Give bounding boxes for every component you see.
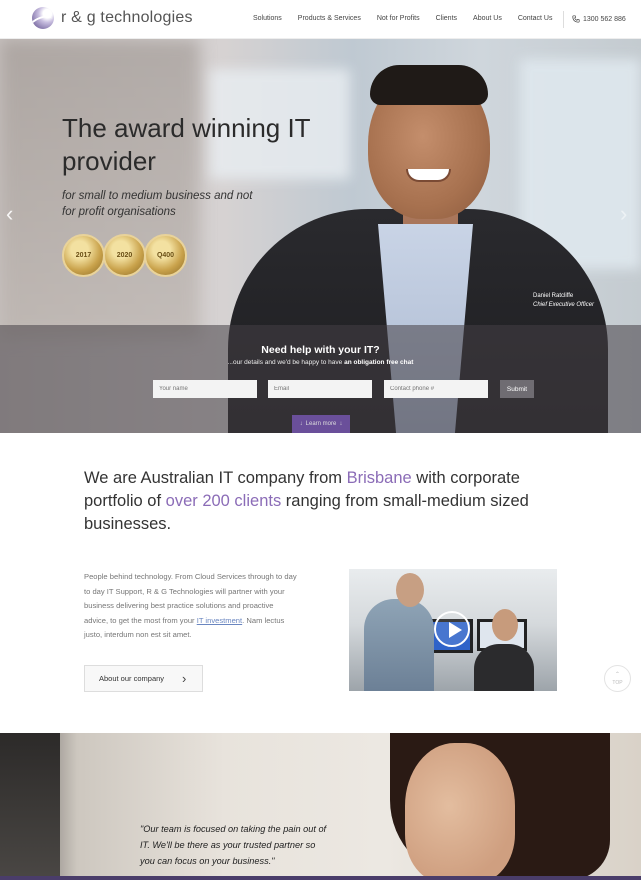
award-medal-icon: 2017 <box>62 234 105 277</box>
person-image <box>474 644 534 691</box>
person-head-image <box>396 573 424 607</box>
chevron-up-icon: ˆ <box>616 671 619 680</box>
logo-mark-icon <box>32 7 54 29</box>
name-input[interactable] <box>153 380 257 398</box>
person-head-image <box>492 609 518 641</box>
about-paragraph: People behind technology. From Cloud Ser… <box>84 572 297 639</box>
bottom-accent-bar <box>0 876 641 880</box>
nav-item-contact-us[interactable]: Contact Us <box>518 15 553 22</box>
caption-name: Daniel Ratcliffe <box>533 293 574 299</box>
arrow-down-icon: ↓ <box>339 421 343 427</box>
logo[interactable]: r & g technologies <box>32 7 193 29</box>
about-company-button[interactable]: About our company › <box>84 665 203 692</box>
play-icon[interactable] <box>434 611 470 647</box>
phone-icon <box>572 15 580 23</box>
award-medal-icon: Q400 <box>144 234 187 277</box>
site-header: r & g technologies Solutions Products & … <box>0 0 641 39</box>
nav-item-clients[interactable]: Clients <box>436 15 457 22</box>
award-badges: 2017 2020 Q400 <box>62 234 187 277</box>
learn-more-button[interactable]: ↓ Learn more ↓ <box>292 415 350 433</box>
help-form-subtitle: ...our details and we'd be happy to have… <box>227 359 414 366</box>
phone-number: 1300 562 886 <box>583 15 626 23</box>
nav-item-solutions[interactable]: Solutions <box>253 15 282 22</box>
main-nav: Solutions Products & Services Not for Pr… <box>253 15 568 22</box>
testimonial-section: "Our team is focused on taking the pain … <box>0 733 641 880</box>
highlight-brisbane: Brisbane <box>346 469 412 487</box>
award-medal-icon: 2020 <box>103 234 146 277</box>
nav-divider <box>563 11 564 28</box>
phone-link[interactable]: 1300 562 886 <box>572 15 626 23</box>
slider-next-arrow-icon[interactable]: › <box>620 201 627 227</box>
hero-caption: Daniel Ratcliffe Chief Executive Officer <box>533 292 594 310</box>
email-input[interactable] <box>268 380 372 398</box>
hero-title: The award winning IT provider <box>62 113 311 176</box>
back-to-top-button[interactable]: ˆ TOP <box>604 665 631 692</box>
caption-role: Chief Executive Officer <box>533 302 595 308</box>
nav-item-products-services[interactable]: Products & Services <box>298 15 361 22</box>
back-to-top-label: TOP <box>612 680 623 686</box>
highlight-clients: over 200 clients <box>165 492 282 510</box>
hero-subtitle: for small to medium business and not for… <box>62 190 253 218</box>
help-form-title: Need help with your IT? <box>261 344 380 356</box>
about-company-label: About our company <box>99 674 165 683</box>
video-thumbnail[interactable] <box>349 569 557 691</box>
it-investment-link[interactable]: IT investment <box>197 616 242 625</box>
chevron-right-icon: › <box>182 671 187 686</box>
intro-statement: We are Australian IT company from Brisba… <box>84 469 529 533</box>
testimonial-quote: "Our team is focused on taking the pain … <box>140 824 327 866</box>
person-image <box>364 599 434 691</box>
arrow-down-icon: ↓ <box>299 421 303 427</box>
nav-item-about-us[interactable]: About Us <box>473 15 502 22</box>
testimonial-person-image <box>405 743 515 880</box>
phone-input[interactable] <box>384 380 488 398</box>
learn-more-label: Learn more <box>305 421 337 427</box>
background-monitor-image <box>0 733 60 880</box>
submit-button[interactable]: Submit <box>500 380 534 398</box>
brand-name: r & g technologies <box>61 9 193 26</box>
slider-prev-arrow-icon[interactable]: ‹ <box>6 201 13 227</box>
nav-item-not-for-profits[interactable]: Not for Profits <box>377 15 420 22</box>
